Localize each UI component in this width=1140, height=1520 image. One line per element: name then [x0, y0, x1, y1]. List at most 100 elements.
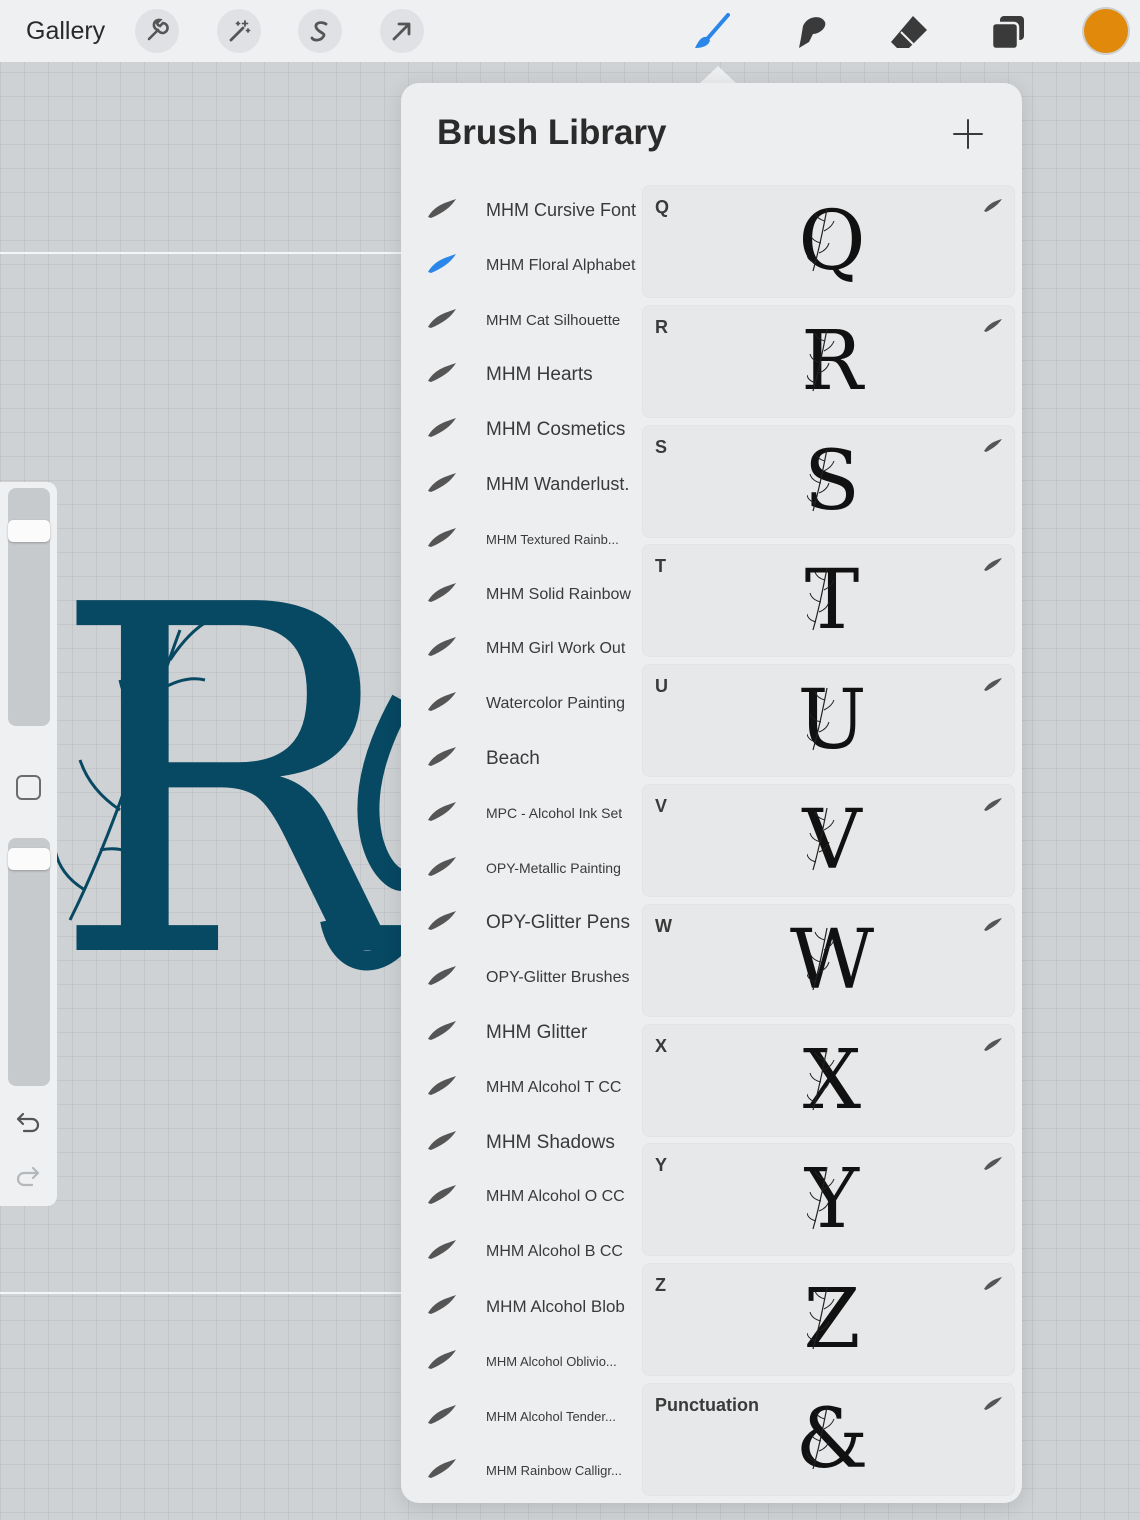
- brush-set-item[interactable]: MHM Cat Silhouette: [401, 293, 641, 348]
- brush-set-label: MHM Alcohol Oblivio...: [486, 1353, 617, 1369]
- brush-set-item[interactable]: MHM Cursive Font: [401, 183, 641, 238]
- brush-name: T: [655, 556, 666, 577]
- brush-set-item[interactable]: Beach: [401, 731, 641, 786]
- brush-stroke-icon: [428, 1075, 456, 1095]
- brush-name: R: [655, 316, 668, 337]
- brush-card[interactable]: WW: [642, 903, 1015, 1017]
- brush-stroke-icon: [428, 692, 456, 712]
- eraser-tool-button[interactable]: [887, 10, 931, 54]
- opacity-slider[interactable]: [8, 838, 50, 1086]
- brush-card[interactable]: XX: [642, 1023, 1015, 1137]
- brush-set-item[interactable]: OPY-Glitter Brushes: [401, 950, 641, 1005]
- brush-stroke-icon: [428, 1404, 456, 1424]
- brush-stroke-icon: [428, 308, 456, 328]
- brush-stroke-icon: [428, 527, 456, 547]
- brush-card[interactable]: Punctuation &: [642, 1383, 1015, 1496]
- brush-stroke-icon: [428, 582, 456, 602]
- brush-name: Y: [655, 1155, 668, 1176]
- brush-stroke-icon: [428, 747, 456, 766]
- brush-stroke-icon: [984, 1397, 1002, 1410]
- smudge-tool-button[interactable]: [789, 10, 833, 54]
- brush-name: X: [655, 1035, 668, 1056]
- brush-stroke-icon: [428, 1240, 456, 1260]
- modify-button[interactable]: [16, 775, 41, 800]
- brush-set-label: MHM Girl Work Out: [486, 640, 626, 658]
- brush-set-item[interactable]: MHM Alcohol T CC: [401, 1060, 641, 1115]
- brush-set-label: MHM Alcohol T CC: [486, 1078, 622, 1096]
- brush-stroke-icon: [984, 1157, 1002, 1171]
- leaf-ornament-icon: [807, 1047, 835, 1110]
- brush-set-item[interactable]: MHM Alcohol Blob: [401, 1279, 641, 1334]
- brush-set-label: MHM Alcohol Tender...: [486, 1408, 616, 1424]
- brush-stroke-icon: [984, 558, 1002, 572]
- brush-set-item[interactable]: MHM Girl Work Out: [401, 621, 641, 676]
- brush-name: U: [655, 676, 668, 697]
- brush-set-item[interactable]: MHM Floral Alphabet: [401, 238, 641, 293]
- redo-icon[interactable]: [14, 1164, 42, 1188]
- brush-set-item[interactable]: OPY-Glitter Pens: [401, 895, 641, 950]
- brush-name: Z: [655, 1275, 666, 1296]
- eraser-icon: [891, 16, 927, 48]
- leaf-ornament-icon: [807, 1287, 835, 1350]
- brush-stroke-icon: [428, 1459, 456, 1479]
- brush-card[interactable]: YY: [642, 1143, 1015, 1257]
- brush-stroke-icon: [428, 1185, 456, 1205]
- transform-button[interactable]: [380, 9, 424, 53]
- brush-card[interactable]: ZZ: [642, 1263, 1015, 1377]
- brush-stroke-icon: [984, 438, 1002, 452]
- brush-card[interactable]: QQ: [642, 185, 1015, 298]
- add-brush-icon[interactable]: [951, 117, 985, 151]
- brush-set-item[interactable]: MHM Glitter: [401, 1005, 641, 1060]
- brush-card[interactable]: RR: [642, 304, 1015, 418]
- opacity-slider-thumb[interactable]: [8, 848, 50, 870]
- brush-tool-button[interactable]: [690, 10, 734, 54]
- brush-set-item[interactable]: MHM Textured Rainb...: [401, 512, 641, 567]
- undo-icon[interactable]: [14, 1110, 42, 1134]
- adjustments-button[interactable]: [217, 9, 261, 53]
- layers-tool-button[interactable]: [986, 10, 1030, 54]
- brush-set-item[interactable]: MHM Hearts: [401, 347, 641, 402]
- color-swatch[interactable]: [1084, 9, 1128, 53]
- brush-card[interactable]: SS: [642, 424, 1015, 538]
- brush-set-item[interactable]: MHM Alcohol B CC: [401, 1224, 641, 1279]
- brush-set-item[interactable]: MHM Wanderlust.: [401, 457, 641, 512]
- brush-stroke-icon: [428, 637, 456, 657]
- actions-button[interactable]: [135, 9, 179, 53]
- brush-set-label: MHM Cursive Font: [486, 200, 637, 220]
- leaf-ornament-icon: [807, 568, 835, 631]
- brush-card[interactable]: UU: [642, 664, 1015, 778]
- brush-set-item[interactable]: MHM Alcohol Oblivio...: [401, 1334, 641, 1389]
- brush-stroke-icon: [428, 473, 456, 492]
- selection-button[interactable]: [298, 9, 342, 53]
- brush-set-item[interactable]: MHM Cosmetics: [401, 402, 641, 457]
- brush-size-slider-thumb[interactable]: [8, 520, 50, 543]
- brush-set-item[interactable]: MHM Solid Rainbow: [401, 567, 641, 622]
- leaf-ornament-icon: [807, 688, 835, 751]
- top-toolbar: Gallery: [0, 0, 1140, 62]
- brush-card[interactable]: VV: [642, 784, 1015, 897]
- brush-set-item[interactable]: MHM Alcohol O CC: [401, 1169, 641, 1224]
- gallery-button[interactable]: Gallery: [26, 17, 105, 46]
- brush-set-item[interactable]: MPC - Alcohol Ink Set: [401, 786, 641, 841]
- sidebar-panel: [0, 482, 57, 1206]
- brush-set-label: OPY-Glitter Brushes: [486, 969, 630, 987]
- brush-stroke-icon: [428, 1295, 456, 1314]
- brush-set-item[interactable]: Watercolor Painting: [401, 676, 641, 731]
- brush-stroke-icon: [428, 1021, 456, 1040]
- brush-stroke-icon: [428, 1349, 456, 1369]
- brush-icon: [695, 13, 730, 48]
- leaf-ornament-icon: [807, 1167, 835, 1230]
- brush-set-label: MHM Wanderlust.: [486, 474, 630, 494]
- brush-set-item[interactable]: MHM Alcohol Tender...: [401, 1389, 641, 1444]
- brush-set-item[interactable]: MHM Rainbow Calligr...: [401, 1443, 641, 1498]
- brush-set-label: MPC - Alcohol Ink Set: [486, 804, 623, 821]
- brush-card[interactable]: TT: [642, 544, 1015, 658]
- brush-set-item[interactable]: OPY-Metallic Painting: [401, 841, 641, 896]
- brush-stroke-icon: [428, 856, 456, 876]
- brush-set-item[interactable]: MHM Shadows: [401, 1115, 641, 1170]
- brush-set-label: MHM Rainbow Calligr...: [486, 1463, 622, 1479]
- brush-name: W: [655, 915, 672, 936]
- leaf-ornament-icon: [807, 328, 835, 391]
- transform-arrow-icon: [392, 22, 411, 41]
- brush-set-label: OPY-Glitter Pens: [486, 912, 630, 934]
